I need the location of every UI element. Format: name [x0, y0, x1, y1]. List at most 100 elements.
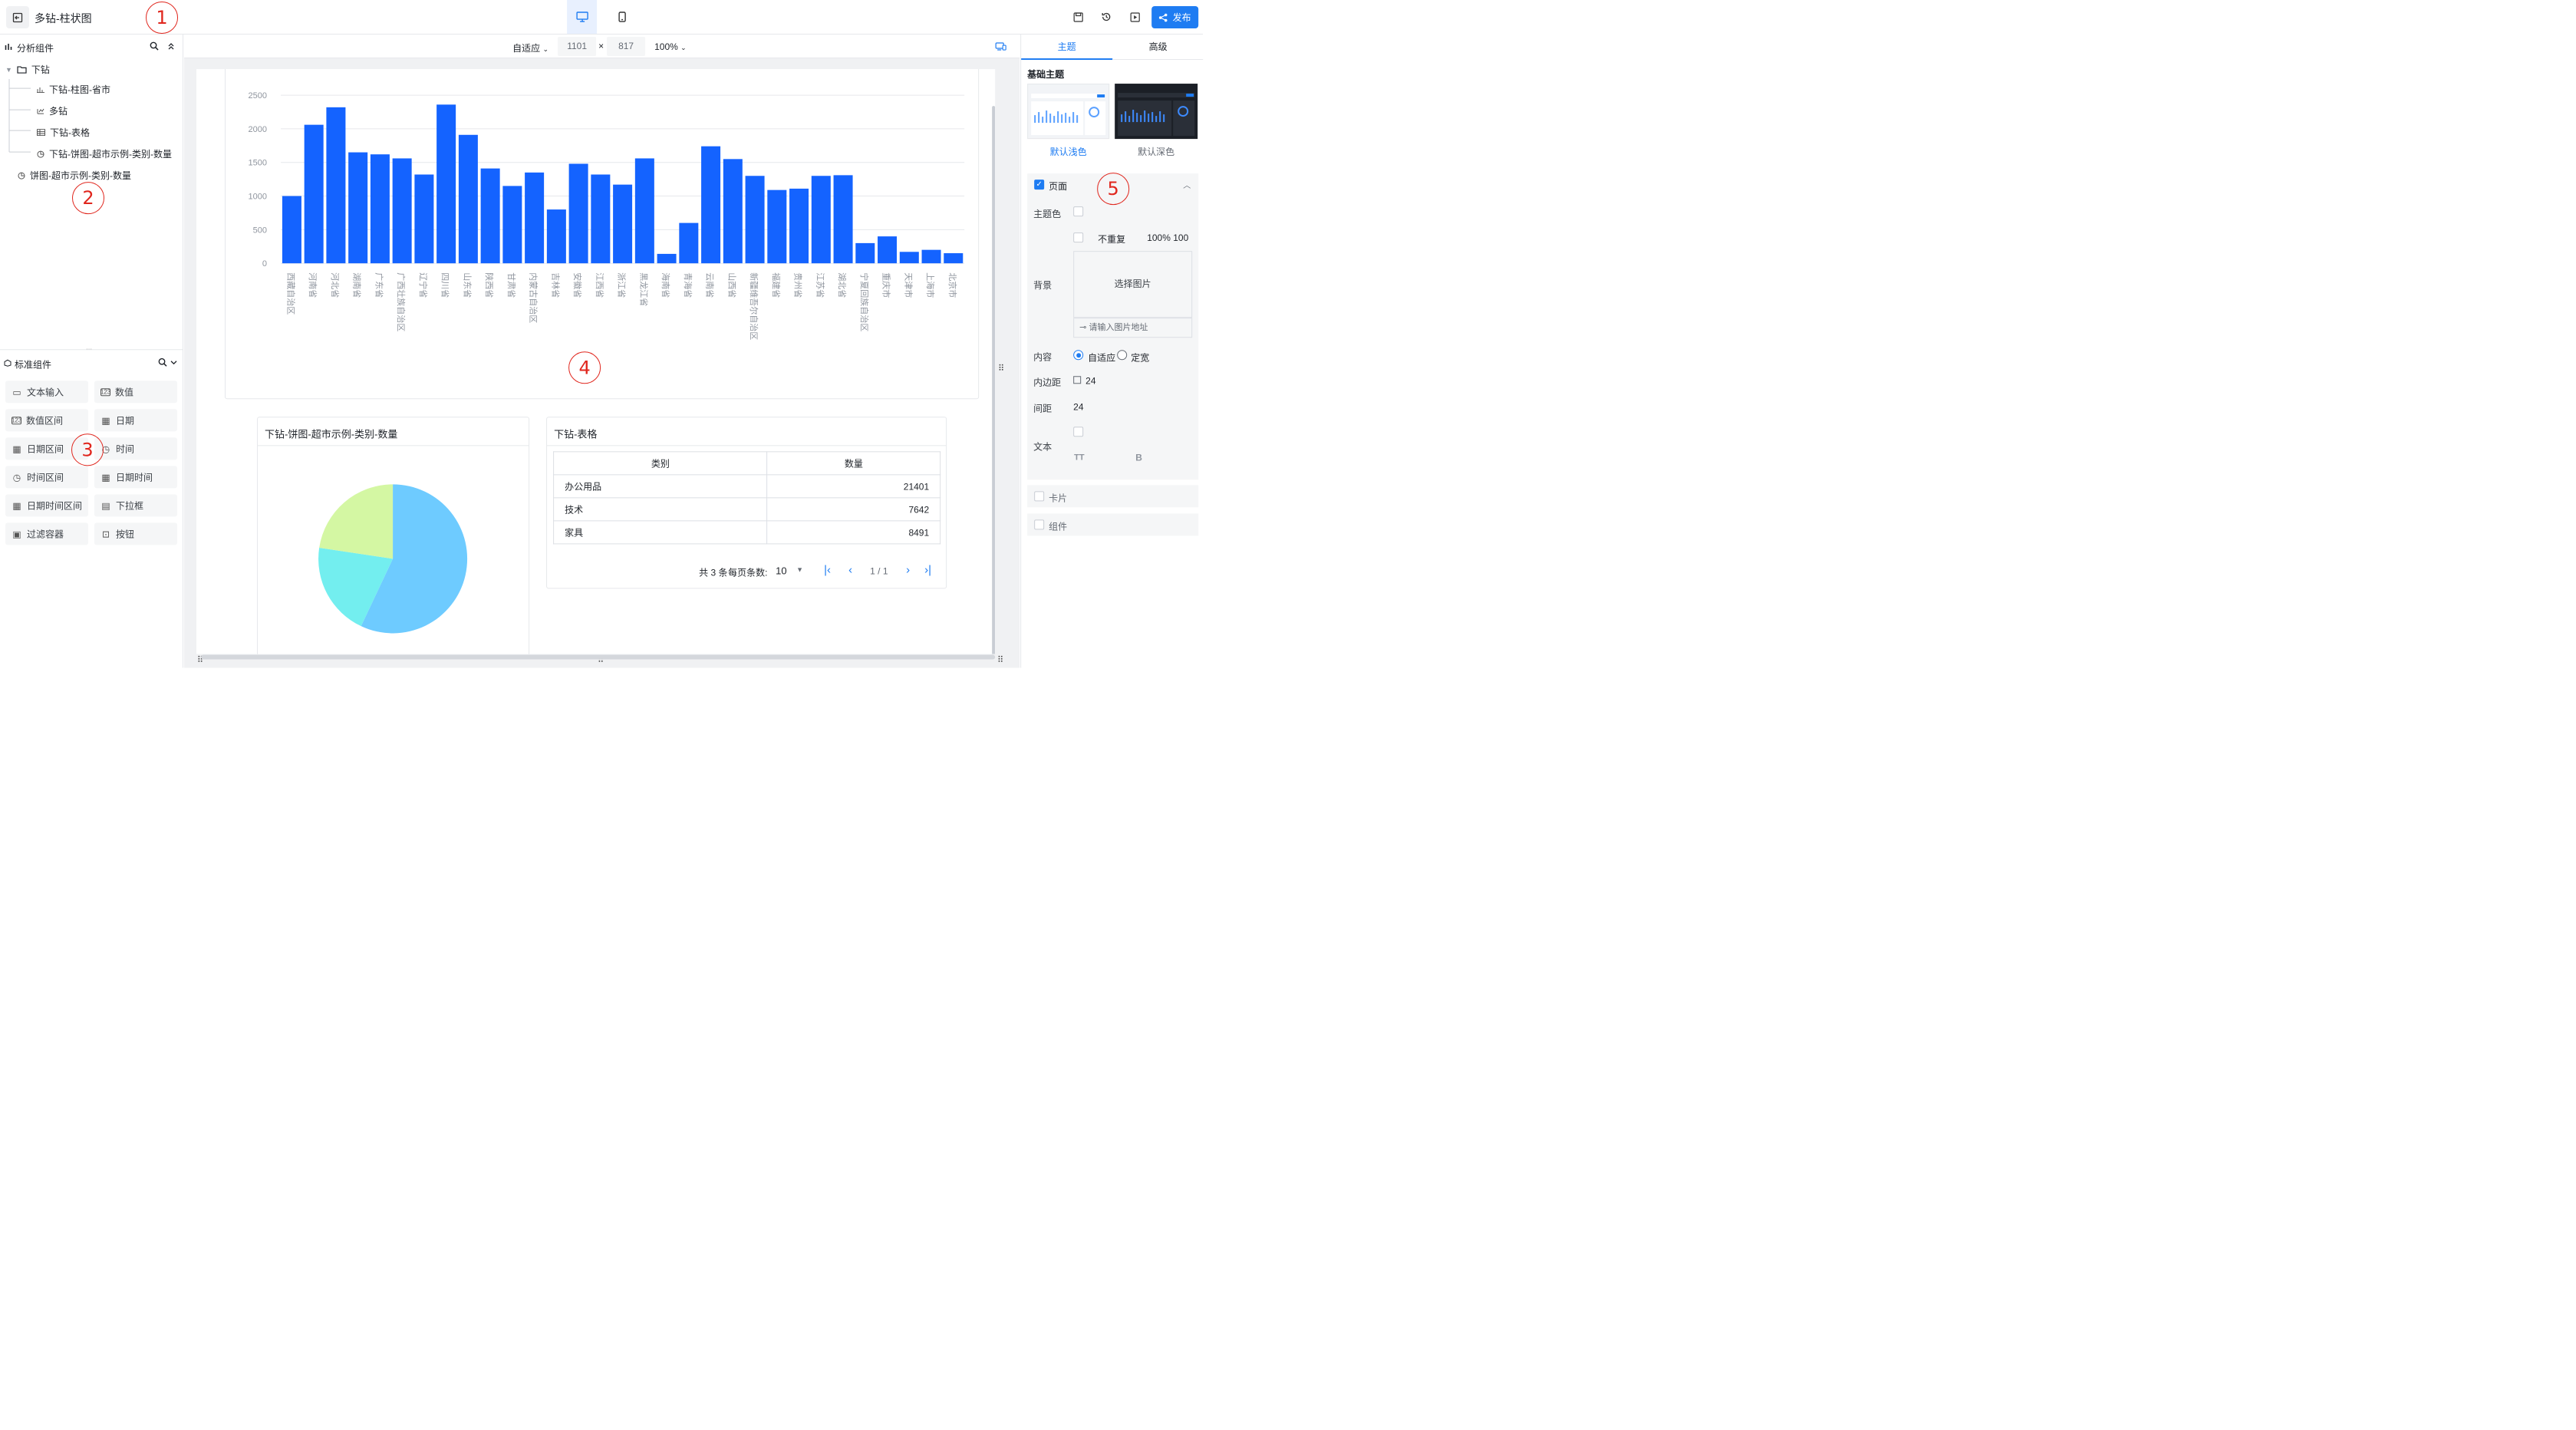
horizontal-scrollbar[interactable] — [201, 654, 996, 660]
bar[interactable] — [613, 184, 633, 264]
bar[interactable] — [392, 158, 412, 264]
theme-color-checkbox[interactable] — [1073, 206, 1084, 217]
tree-item-pie[interactable]: 饼图-超市示例-类别-数量 — [18, 169, 131, 182]
std-text-input[interactable]: ▭ 文本输入 — [5, 381, 89, 404]
image-url-input[interactable]: ⊸ 请输入图片地址 — [1073, 318, 1193, 338]
radio-fixed-width[interactable] — [1117, 350, 1128, 361]
bar[interactable] — [304, 124, 324, 264]
table-row[interactable]: 技术 7642 — [553, 497, 941, 522]
bar[interactable] — [546, 209, 566, 264]
bar[interactable] — [282, 196, 301, 264]
column-header[interactable]: 类别 — [553, 451, 768, 476]
tab-theme[interactable]: 主题 — [1021, 35, 1113, 61]
bar[interactable] — [723, 159, 743, 264]
bar[interactable] — [811, 176, 831, 264]
std-time-range[interactable]: ◷ 时间区间 — [5, 466, 89, 489]
bar[interactable] — [944, 253, 964, 264]
last-page-icon[interactable]: ›| — [924, 563, 931, 576]
component-section-header[interactable]: 组件 — [1027, 513, 1199, 536]
search-icon[interactable] — [150, 41, 159, 51]
bar[interactable] — [348, 152, 368, 264]
preview-button[interactable] — [1128, 10, 1141, 24]
no-repeat-checkbox[interactable] — [1073, 232, 1084, 243]
save-button[interactable] — [1071, 10, 1085, 24]
bar[interactable] — [480, 168, 500, 264]
exit-button[interactable] — [6, 6, 30, 29]
std-number[interactable]: 123 数值 — [94, 381, 178, 404]
caret-down-icon[interactable]: ▼ — [796, 565, 803, 573]
layout-mode-select[interactable]: 自适应 ⌄ — [512, 41, 548, 54]
canvas-height-input[interactable]: 817 — [607, 37, 646, 57]
first-page-icon[interactable]: |‹ — [824, 563, 831, 576]
bar[interactable] — [414, 174, 434, 264]
bar[interactable] — [657, 253, 677, 264]
bar[interactable] — [634, 158, 654, 264]
radio-adaptive[interactable] — [1073, 350, 1084, 361]
chevron-down-icon[interactable] — [170, 360, 177, 365]
std-datetime[interactable]: ▦ 日期时间 — [94, 466, 178, 489]
drag-handle-icon[interactable]: ⋯ — [86, 345, 93, 352]
bar[interactable] — [833, 175, 853, 264]
collapse-up-icon[interactable] — [167, 42, 175, 50]
bar[interactable] — [525, 172, 545, 264]
bar-chart-card[interactable]: 0 500 1000 1500 2000 2500 西藏自治区 河南省 河北省 湖南省 广东省 广西壮… — [225, 69, 980, 400]
std-date[interactable]: ▦ 日期 — [94, 409, 178, 432]
component-section-checkbox[interactable] — [1034, 519, 1045, 530]
zoom-select[interactable]: 100% ⌄ — [654, 41, 687, 52]
search-icon[interactable] — [158, 358, 167, 367]
table-row[interactable]: 家具 8491 — [553, 520, 941, 545]
desktop-view-button[interactable] — [567, 0, 598, 35]
std-datetime-range[interactable]: ▦ 日期时间区间 — [5, 494, 89, 517]
tree-item-multidrill[interactable]: 多钻 — [37, 104, 68, 117]
history-button[interactable] — [1099, 10, 1113, 24]
resize-handle-corner-right[interactable]: ⠿ — [997, 654, 1003, 664]
pie-chart[interactable] — [258, 446, 529, 654]
bar[interactable] — [878, 236, 898, 264]
std-filter-container[interactable]: ▣ 过滤容器 — [5, 522, 89, 545]
tree-item-pie-drill[interactable]: 下钻-饼图-超市示例-类别-数量 — [37, 147, 172, 160]
prev-page-icon[interactable]: ‹ — [848, 563, 852, 576]
theme-light-card[interactable]: 默认浅色 — [1027, 84, 1110, 160]
text-checkbox[interactable] — [1073, 427, 1084, 437]
bar[interactable] — [326, 107, 346, 264]
bar[interactable] — [591, 174, 611, 264]
tree-folder-drilldown[interactable]: ▼ 下钻 — [5, 63, 50, 76]
resize-handle-right[interactable]: ⠿ — [998, 363, 1004, 373]
bar[interactable] — [767, 189, 787, 264]
pie-slice[interactable] — [319, 484, 394, 559]
publish-button[interactable]: 发布 — [1151, 6, 1199, 29]
column-header[interactable]: 数量 — [766, 451, 941, 476]
pie-chart-card[interactable]: 下钻-饼图-超市示例-类别-数量 — [257, 417, 530, 654]
font-size-icon[interactable]: TT — [1074, 453, 1084, 462]
tree-item-table[interactable]: 下钻-表格 — [37, 126, 90, 139]
theme-dark-card[interactable]: 默认深色 — [1115, 84, 1198, 160]
std-button[interactable]: ⊡ 按钮 — [94, 522, 178, 545]
bar[interactable] — [921, 249, 941, 264]
next-page-icon[interactable]: › — [906, 563, 910, 576]
bar[interactable] — [745, 176, 765, 264]
table-card[interactable]: 下钻-表格 类别 数量 办公用品 21401 技术 7642 家具 8491 共… — [546, 417, 947, 589]
table-row[interactable]: 办公用品 21401 — [553, 474, 941, 499]
gap-value[interactable]: 24 — [1073, 401, 1083, 412]
bar[interactable] — [436, 104, 456, 264]
vertical-scrollbar[interactable] — [992, 106, 996, 654]
bar[interactable] — [789, 188, 809, 264]
std-time[interactable]: ◷ 时间 — [94, 437, 178, 460]
tree-item-bar[interactable]: 下钻-柱图-省市 — [37, 83, 110, 96]
bar[interactable] — [855, 242, 875, 264]
mobile-view-button[interactable] — [614, 0, 631, 34]
card-section-checkbox[interactable] — [1034, 491, 1045, 502]
bar[interactable] — [458, 134, 478, 264]
device-preview-icon[interactable] — [995, 42, 1006, 51]
canvas-width-input[interactable]: 1101 — [558, 37, 597, 57]
select-image-box[interactable]: 选择图片 — [1073, 251, 1193, 318]
chevron-up-icon[interactable]: ︿ — [1183, 179, 1191, 190]
padding-value[interactable]: 24 — [1085, 375, 1095, 386]
bar[interactable] — [502, 186, 522, 264]
bar[interactable] — [568, 163, 588, 264]
page-size-select[interactable]: 10 — [776, 565, 786, 576]
bar[interactable] — [701, 146, 721, 264]
bar[interactable] — [679, 222, 699, 264]
bar-chart[interactable]: 0 500 1000 1500 2000 2500 西藏自治区 河南省 河北省 湖南省 广东省 广西壮… — [226, 69, 980, 400]
bar[interactable] — [899, 252, 919, 264]
